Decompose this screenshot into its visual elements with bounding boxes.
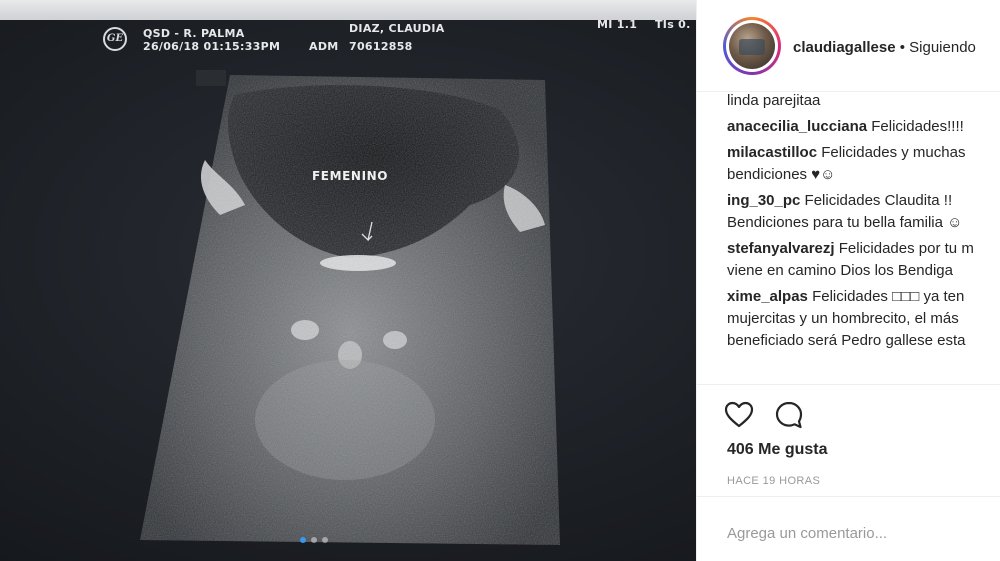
post-header: claudiagallese • Siguiendo [697,0,1000,92]
comment-item: milacastilloc Felicidades y muchas bendi… [727,142,1000,186]
comment-text: Felicidades □□□ ya ten [812,288,965,305]
ultrasound-image [140,70,560,545]
carousel-dot[interactable] [311,537,317,543]
scan-clinic: QSD - R. PALMA [143,27,245,40]
scan-mi: MI 1.1 [597,18,638,31]
comment-input[interactable] [727,521,987,545]
comment-icon[interactable] [773,399,805,431]
comment-text-cont: mujercitas y un hombrecito, el más [727,310,959,327]
comment-text-cont: Bendiciones para tu bella familia ☺ [727,214,963,231]
carousel-dot[interactable] [322,537,328,543]
scan-adm-label: ADM [309,40,339,53]
comment-item: anacecilia_lucciana Felicidades!!!! [727,116,1000,138]
scan-label-femenino: FEMENINO [312,169,389,183]
comment-text: Felicidades y muchas [821,144,966,161]
comment-item: stefanyalvarezj Felicidades por tu m vie… [727,238,1000,282]
comment-user[interactable]: ing_30_pc [727,192,800,209]
comment-text: Felicidades!!!! [871,118,964,135]
avatar-image [729,23,775,69]
post-sidebar: claudiagallese • Siguiendo linda parejit… [696,0,1000,561]
post-photo[interactable]: GE QSD - R. PALMA 26/06/18 01:15:33PM DI… [0,0,696,561]
scan-tis: TIs 0. [655,18,691,31]
comment-text-cont: viene en camino Dios los Bendiga [727,262,953,279]
comment-text: Felicidades por tu m [838,240,974,257]
username-row: claudiagallese • Siguiendo [793,39,976,56]
comment-user[interactable]: anacecilia_lucciana [727,118,867,135]
comment-item: linda parejitaa [727,92,1000,112]
comment-user[interactable]: xime_alpas [727,288,808,305]
follow-status[interactable]: • Siguiendo [900,39,976,56]
comment-text-cont: bendiciones ♥☺ [727,166,836,183]
scan-datetime: 26/06/18 01:15:33PM [143,40,281,53]
post-actions: 406 Me gusta HACE 19 HORAS [697,384,1000,496]
comment-text-cont: beneficiado será Pedro gallese esta [727,332,966,349]
comment-item: xime_alpas Felicidades □□□ ya ten mujerc… [727,286,1000,352]
username-link[interactable]: claudiagallese [793,39,896,56]
scan-adm-number: 70612858 [349,40,413,53]
post-timestamp[interactable]: HACE 19 HORAS [727,475,820,487]
avatar[interactable] [723,17,781,75]
comment-user[interactable]: milacastilloc [727,144,817,161]
add-comment-bar [697,496,1000,561]
likes-count[interactable]: 406 Me gusta [727,441,828,459]
ge-logo: GE [103,27,127,51]
comment-user[interactable]: stefanyalvarezj [727,240,835,257]
comment-item: ing_30_pc Felicidades Claudita !! Bendic… [727,190,1000,234]
heart-icon[interactable] [723,399,755,431]
likes-label: Me gusta [758,441,828,458]
likes-number: 406 [727,441,754,458]
comment-text: Felicidades Claudita !! [804,192,953,209]
carousel-dot[interactable] [300,537,306,543]
scan-patient: DIAZ, CLAUDIA [349,22,445,35]
carousel-dots[interactable] [300,537,328,543]
comment-text: linda parejitaa [727,92,821,109]
comments-list[interactable]: linda parejitaa anacecilia_lucciana Feli… [727,92,1000,384]
